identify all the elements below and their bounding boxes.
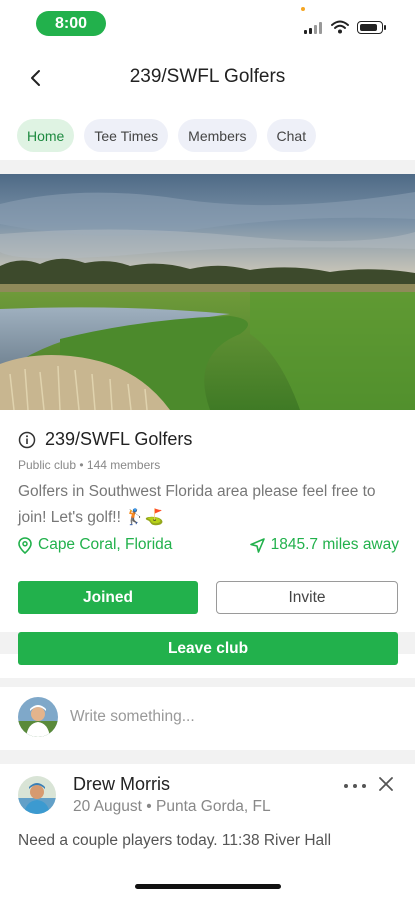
wifi-icon — [331, 20, 349, 34]
club-title-row: 239/SWFL Golfers — [18, 429, 192, 450]
page-title: 239/SWFL Golfers — [129, 66, 286, 87]
post-author-avatar[interactable] — [18, 776, 56, 814]
location-pin-icon — [18, 536, 32, 554]
header: 239/SWFL Golfers — [0, 56, 415, 100]
battery-icon — [357, 21, 386, 34]
club-name: 239/SWFL Golfers — [45, 429, 193, 449]
composer-placeholder[interactable]: Write something... — [70, 708, 195, 726]
tab-bar: Home Tee Times Members Chat — [17, 119, 317, 152]
privacy-indicator-dot — [301, 7, 305, 11]
signal-icon — [304, 22, 324, 34]
leave-club-button[interactable]: Leave club — [18, 632, 398, 665]
tab-tee-times[interactable]: Tee Times — [84, 119, 169, 152]
tab-members[interactable]: Members — [178, 119, 257, 152]
club-meta: Public club • 144 members — [18, 458, 161, 472]
post-subtitle: 20 August • Punta Gorda, FL — [73, 798, 271, 815]
club-distance: 1845.7 miles away — [249, 536, 399, 554]
more-icon[interactable] — [344, 782, 366, 790]
club-distance-text: 1845.7 miles away — [270, 536, 399, 553]
club-location-text: Cape Coral, Florida — [38, 536, 173, 553]
close-icon[interactable] — [376, 774, 396, 794]
post-author-name[interactable]: Drew Morris — [73, 774, 170, 795]
post-body: Need a couple players today. 11:38 River… — [18, 832, 332, 849]
section-divider — [0, 678, 415, 687]
feed-post: Drew Morris 20 August • Punta Gorda, FL … — [0, 764, 415, 874]
post-composer[interactable]: Write something... — [18, 697, 195, 737]
tab-home[interactable]: Home — [17, 119, 75, 152]
status-bar: 8:00 — [0, 0, 415, 46]
avatar — [18, 697, 58, 737]
navigation-arrow-icon — [249, 537, 265, 553]
club-description: Golfers in Southwest Florida area please… — [18, 483, 376, 526]
section-divider — [0, 750, 415, 764]
club-location: Cape Coral, Florida — [18, 536, 172, 554]
joined-button[interactable]: Joined — [18, 581, 198, 614]
location-row: Cape Coral, Florida 1845.7 miles away — [18, 536, 399, 558]
status-time: 8:00 — [36, 11, 106, 36]
info-icon[interactable] — [18, 431, 36, 449]
home-indicator[interactable] — [135, 884, 281, 889]
invite-button[interactable]: Invite — [216, 581, 398, 614]
tab-chat[interactable]: Chat — [266, 119, 317, 152]
section-divider — [0, 160, 415, 174]
club-cover-image — [0, 174, 415, 410]
